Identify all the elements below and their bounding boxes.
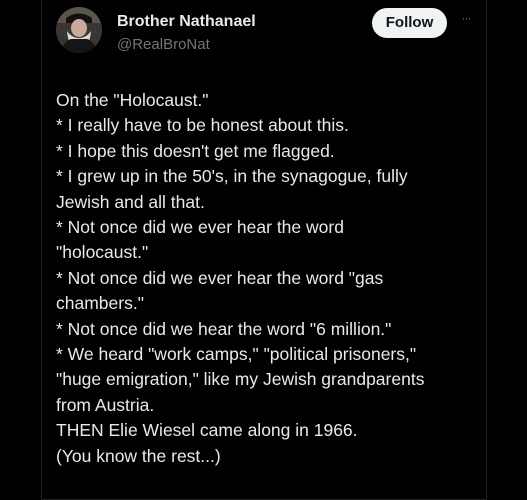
post-text-line: * I grew up in the 50's, in the synagogu… bbox=[56, 166, 408, 187]
post-text-line: * Not once did we ever hear the word bbox=[56, 217, 344, 238]
post-text-line: (You know the rest...) bbox=[56, 445, 221, 466]
post-text-line: * We heard "work camps," "political pris… bbox=[56, 344, 417, 365]
more-options-glyph: ··· bbox=[461, 11, 472, 25]
post-text-line: * Not once did we ever hear the word "ga… bbox=[56, 267, 384, 288]
post-header: Brother Nathanael @RealBroNat Follow ··· bbox=[56, 7, 476, 57]
post-text-line: * Not once did we hear the word "6 milli… bbox=[56, 318, 392, 339]
post-text-line: THEN Elie Wiesel came along in 1966. bbox=[56, 420, 358, 441]
post-text-line: On the "Holocaust." bbox=[56, 90, 209, 110]
post-text-line: Jewish and all that. bbox=[56, 191, 205, 212]
avatar[interactable] bbox=[56, 7, 102, 53]
author-display-name[interactable]: Brother Nathanael bbox=[117, 13, 256, 31]
profile-photo-icon bbox=[56, 7, 102, 53]
post-text-line: "huge emigration," like my Jewish grandp… bbox=[56, 369, 425, 390]
post-text-line: "holocaust." bbox=[56, 242, 149, 263]
post-text-line: * I hope this doesn't get me flagged. bbox=[56, 140, 335, 161]
more-options-icon[interactable]: ··· bbox=[455, 11, 477, 33]
author-handle[interactable]: @RealBroNat bbox=[117, 35, 256, 55]
post-text-line: chambers." bbox=[56, 293, 144, 314]
post-text-line: from Austria. bbox=[56, 394, 155, 415]
post-card: Brother Nathanael @RealBroNat Follow ···… bbox=[41, 0, 487, 500]
follow-button[interactable]: Follow bbox=[372, 8, 447, 38]
author-identity[interactable]: Brother Nathanael @RealBroNat bbox=[117, 13, 256, 55]
post-body: On the "Holocaust." * I really have to b… bbox=[56, 88, 476, 469]
post-text-line: * I really have to be honest about this. bbox=[56, 115, 349, 136]
